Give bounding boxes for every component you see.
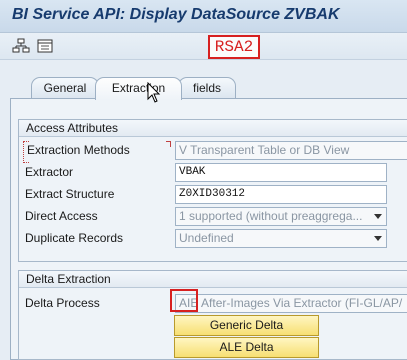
chevron-down-icon[interactable] (374, 214, 382, 219)
extractor-field[interactable]: VBAK (175, 163, 387, 182)
application-toolbar: RSA2 (0, 33, 407, 60)
delta-process-label: Delta Process (25, 296, 100, 310)
extractor-row: Extractor VBAK (19, 162, 407, 184)
duplicate-records-row: Duplicate Records Undefined (19, 228, 407, 250)
duplicate-records-value: Undefined (179, 231, 234, 245)
extraction-methods-row: Extraction Methods V Transparent Table o… (19, 140, 407, 163)
delta-process-text: After-Images Via Extractor (FI-GL/AP/ (201, 296, 403, 310)
direct-access-label: Direct Access (25, 209, 98, 223)
extraction-methods-field: V Transparent Table or DB View (175, 141, 407, 160)
display-object-icon[interactable] (36, 37, 54, 55)
transaction-annotation: RSA2 (208, 35, 260, 59)
tab-general[interactable]: General (31, 77, 99, 99)
aie-highlight-box (170, 289, 198, 312)
window-title: BI Service API: Display DataSource ZVBAK (12, 6, 340, 23)
title-bar: BI Service API: Display DataSource ZVBAK (0, 0, 407, 33)
hierarchy-icon[interactable] (12, 37, 30, 55)
direct-access-value: 1 supported (without preaggrega... (179, 209, 363, 223)
direct-access-dropdown[interactable]: 1 supported (without preaggrega... (175, 207, 387, 226)
group-title: Access Attributes (19, 120, 407, 137)
extractor-label: Extractor (25, 165, 74, 179)
extract-structure-label: Extract Structure (25, 187, 115, 201)
main-area: General Extraction fields Access Attribu… (0, 60, 407, 360)
tab-fields[interactable]: fields (178, 77, 236, 99)
chevron-down-icon[interactable] (374, 236, 382, 241)
ale-delta-button[interactable]: ALE Delta (174, 337, 319, 358)
delta-process-field: AIE After-Images Via Extractor (FI-GL/AP… (175, 294, 407, 313)
generic-delta-button[interactable]: Generic Delta (174, 315, 319, 336)
extract-structure-field[interactable]: Z0XID30312 (175, 185, 387, 204)
access-attributes-group: Access Attributes Extraction Methods V T… (18, 119, 407, 262)
duplicate-records-label: Duplicate Records (25, 231, 124, 245)
direct-access-row: Direct Access 1 supported (without preag… (19, 206, 407, 228)
tab-extraction[interactable]: Extraction (95, 77, 182, 100)
group-title: Delta Extraction (19, 271, 407, 288)
extract-structure-row: Extract Structure Z0XID30312 (19, 184, 407, 206)
delta-process-row: Delta Process AIE After-Images Via Extra… (19, 293, 407, 315)
mouse-cursor-icon (147, 82, 161, 103)
extraction-methods-label: Extraction Methods (27, 143, 130, 157)
duplicate-records-dropdown[interactable]: Undefined (175, 229, 387, 248)
